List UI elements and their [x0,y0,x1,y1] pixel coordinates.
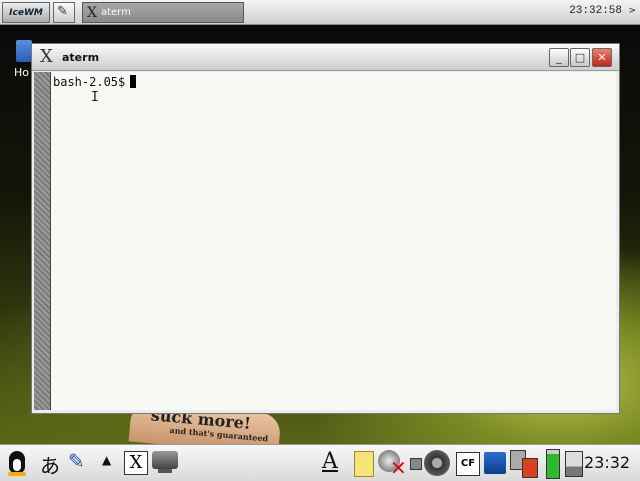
speaker-box [410,458,422,470]
speaker-icon[interactable] [410,450,452,478]
cf-card-icon[interactable]: CF [456,452,480,476]
bottom-taskbar: あ ✎ ▲ X A ✕ CF 23:32 [0,444,640,481]
monitor-shape [152,451,178,469]
icewm-menu-button[interactable]: IceWM [2,2,50,23]
memory-icon[interactable] [565,451,583,477]
speaker-cone [424,450,450,476]
shell-prompt: bash-2.05$ [53,75,126,89]
top-taskbar: IceWM ✎ X aterm 23:32:58 > [0,0,640,25]
tux-belly [13,459,21,471]
window-title: aterm [62,51,100,64]
disconnected-mark: ✕ [390,456,407,480]
terminal-area[interactable]: bash-2.05$ I [51,72,616,410]
text-cursor [130,75,137,88]
up-arrow-icon[interactable]: ▲ [102,453,111,481]
close-button[interactable]: ✕ [592,48,612,67]
monitor-base [158,469,172,473]
irda-device-b [522,458,538,478]
network-disconnected-icon[interactable]: ✕ [378,450,408,480]
tux-feet [8,472,26,476]
taskbar-item-aterm[interactable]: X aterm [82,2,244,23]
notes-icon: ✎ [57,4,68,19]
panel-arrow-icon[interactable]: > [628,6,636,16]
clipboard-icon[interactable] [354,451,374,477]
x-terminal-launcher[interactable]: X [124,451,148,475]
sd-card-icon[interactable] [484,452,506,474]
x-icon: X [129,452,143,473]
ibeam-cursor-icon: I [91,90,99,105]
maximize-button[interactable]: □ [570,48,590,67]
screen-icon[interactable] [152,451,178,473]
cf-label: CF [460,458,476,469]
input-method-button[interactable]: あ [40,450,60,478]
x-window-icon[interactable]: X [40,46,53,67]
pen-input-icon[interactable]: ✎ [68,449,85,477]
home-label: Ho [14,66,30,79]
logo-label: IceWM [9,7,43,18]
window-titlebar[interactable]: X aterm _ □ ✕ [32,44,619,71]
notes-launcher-button[interactable]: ✎ [53,2,75,23]
top-clock[interactable]: 23:32:58 [569,5,622,17]
font-icon[interactable]: A [322,449,350,477]
minimize-button[interactable]: _ [549,48,569,67]
bottom-clock[interactable]: 23:32 [584,453,630,481]
terminal-scrollbar[interactable] [34,72,51,410]
irda-icon[interactable] [510,450,540,478]
x-icon: X [87,4,97,21]
battery-icon[interactable] [546,449,560,479]
taskbar-item-label: aterm [100,7,131,18]
shell-prompt-line: bash-2.05$ [53,75,137,89]
aterm-window: X aterm _ □ ✕ bash-2.05$ I [31,43,620,414]
folder-icon [16,40,32,62]
start-menu-button[interactable] [4,449,30,477]
